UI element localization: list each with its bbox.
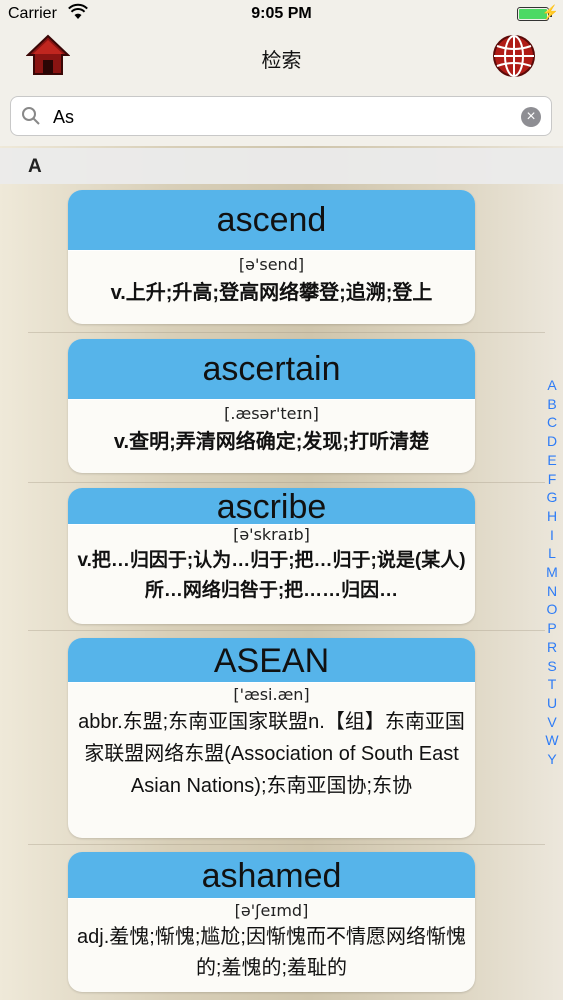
globe-icon[interactable]	[492, 34, 536, 78]
index-letter[interactable]: U	[542, 694, 562, 713]
word-card[interactable]: ashamed [ə'ʃeɪmd] adj.羞愧;惭愧;尴尬;因惭愧而不情愿网络…	[68, 852, 475, 992]
clear-icon[interactable]: ×	[521, 107, 541, 127]
index-letter[interactable]: D	[542, 432, 562, 451]
list-item[interactable]: ascertain [.æsər'teɪn] v.查明;弄清网络确定;发现;打听…	[28, 332, 545, 483]
index-letter[interactable]: L	[542, 544, 562, 563]
index-letter[interactable]: P	[542, 619, 562, 638]
navigation-bar: 检索	[0, 28, 563, 87]
word-list[interactable]: ascend [ə'send] v.上升;升高;登高网络攀登;追溯;登上 asc…	[0, 184, 563, 1000]
index-letter[interactable]: C	[542, 413, 562, 432]
word-title: ascribe	[68, 488, 475, 526]
index-letter[interactable]: W	[542, 731, 562, 750]
index-letter[interactable]: E	[542, 451, 562, 470]
search-input[interactable]	[51, 103, 515, 131]
index-letter[interactable]: Y	[542, 750, 562, 769]
phonetic: [ə'ʃeɪmd]	[234, 901, 309, 920]
word-card[interactable]: ascend [ə'send] v.上升;升高;登高网络攀登;追溯;登上	[68, 190, 475, 324]
list-item[interactable]: ASEAN ['æsi.æn] abbr.东盟;东南亚国家联盟n.【组】东南亚国…	[28, 630, 545, 845]
index-letter[interactable]: T	[542, 675, 562, 694]
word-title: ascend	[68, 190, 475, 251]
section-letter: A	[28, 156, 42, 177]
definition: v.上升;升高;登高网络攀登;追溯;登上	[110, 282, 433, 304]
section-index[interactable]: ABCDEFGHILMNOPRSTUVWY	[542, 376, 562, 769]
list-item[interactable]: ascend [ə'send] v.上升;升高;登高网络攀登;追溯;登上	[28, 184, 545, 333]
index-letter[interactable]: G	[542, 488, 562, 507]
definition: v.查明;弄清网络确定;发现;打听清楚	[113, 431, 430, 453]
phonetic: ['æsi.æn]	[233, 685, 310, 704]
index-letter[interactable]: B	[542, 395, 562, 414]
clock: 9:05 PM	[251, 5, 312, 22]
list-item[interactable]: ashamed [ə'ʃeɪmd] adj.羞愧;惭愧;尴尬;因惭愧而不情愿网络…	[28, 844, 545, 1000]
index-letter[interactable]: R	[542, 638, 562, 657]
index-letter[interactable]: A	[542, 376, 562, 395]
list-item[interactable]: ascribe [ə'skraɪb] v.把…归因于;认为…归于;把…归于;说是…	[28, 482, 545, 631]
word-card[interactable]: ASEAN ['æsi.æn] abbr.东盟;东南亚国家联盟n.【组】东南亚国…	[68, 638, 475, 838]
word-card[interactable]: ascertain [.æsər'teɪn] v.查明;弄清网络确定;发现;打听…	[68, 339, 475, 473]
charging-icon: ⚡	[541, 4, 559, 20]
section-header: A	[0, 148, 563, 184]
search-bar: ×	[0, 86, 563, 146]
definition: adj.羞愧;惭愧;尴尬;因惭愧而不情愿网络惭愧的;羞愧的;羞耻的	[77, 926, 466, 979]
search-icon	[22, 107, 40, 125]
index-letter[interactable]: F	[542, 470, 562, 489]
phonetic: [ə'send]	[238, 255, 305, 274]
index-letter[interactable]: M	[542, 563, 562, 582]
index-letter[interactable]: H	[542, 507, 562, 526]
word-title: ascertain	[68, 339, 475, 400]
phonetic: [.æsər'teɪn]	[224, 404, 319, 423]
index-letter[interactable]: N	[542, 582, 562, 601]
index-letter[interactable]: S	[542, 657, 562, 676]
word-card[interactable]: ascribe [ə'skraɪb] v.把…归因于;认为…归于;把…归于;说是…	[68, 488, 475, 624]
definition: abbr.东盟;东南亚国家联盟n.【组】东南亚国家联盟网络东盟(Associat…	[78, 711, 465, 797]
search-field[interactable]: ×	[10, 96, 552, 136]
index-letter[interactable]: I	[542, 526, 562, 545]
page-title: 检索	[261, 50, 302, 72]
index-letter[interactable]: V	[542, 713, 562, 732]
phonetic: [ə'skraɪb]	[233, 525, 310, 544]
word-title: ashamed	[68, 852, 475, 899]
word-title: ASEAN	[68, 638, 475, 683]
status-bar: Carrier 9:05 PM ⚡	[0, 0, 563, 28]
definition: v.把…归因于;认为…归于;把…归于;说是(某人)所…网络归咎于;把……归因…	[77, 550, 466, 601]
index-letter[interactable]: O	[542, 600, 562, 619]
